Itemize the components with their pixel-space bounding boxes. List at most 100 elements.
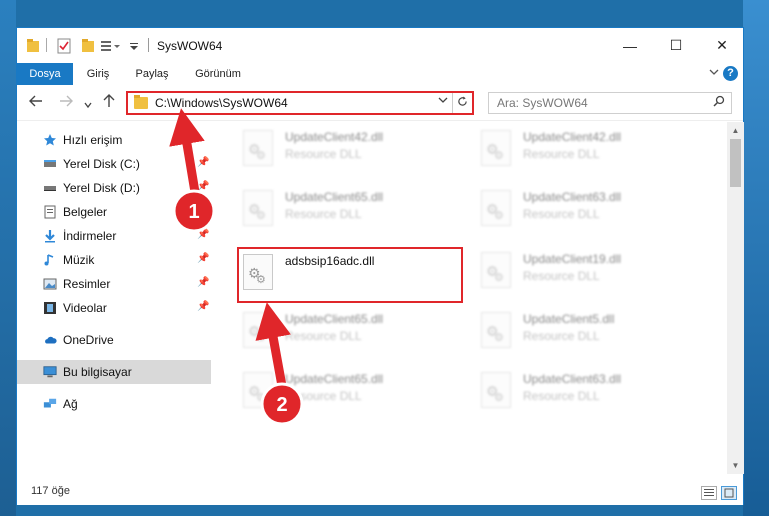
dll-file-icon: ⚙ ⚙	[481, 190, 511, 226]
tab-home[interactable]: Giriş	[75, 63, 121, 85]
search-box[interactable]: Ara: SysWOW64	[488, 92, 732, 114]
new-folder-icon[interactable]	[81, 38, 95, 54]
sidebar-item-label: Ağ	[63, 397, 78, 411]
quick-access-separator	[46, 38, 47, 52]
file-highlight-box	[237, 247, 463, 303]
explorer-window: SysWOW64 — ☐ ✕ Dosya Giriş Paylaş Görünü…	[16, 27, 744, 505]
sidebar-item-label: Müzik	[63, 253, 95, 267]
pictures-icon	[43, 277, 57, 291]
tab-share[interactable]: Paylaş	[123, 63, 181, 85]
up-arrow-icon[interactable]	[102, 94, 116, 111]
chevron-down-icon[interactable]	[709, 67, 719, 80]
sidebar-item-music[interactable]: Müzik 📌	[17, 248, 211, 272]
tab-view[interactable]: Görünüm	[183, 63, 253, 85]
navigation-pane: Hızlı erişim Yerel Disk (C:) 📌 Yerel Dis…	[17, 122, 213, 474]
address-path[interactable]: C:\Windows\SysWOW64	[155, 96, 288, 110]
scroll-thumb[interactable]	[730, 139, 741, 187]
sidebar-item-label: Resimler	[63, 277, 111, 291]
file-name: UpdateClient42.dll	[523, 130, 622, 144]
sidebar-item-local-disk-c[interactable]: Yerel Disk (C:) 📌	[17, 152, 211, 176]
sidebar-item-label: Videolar	[63, 301, 107, 315]
file-item[interactable]: ⚙ ⚙ UpdateClient42.dll Resource DLL	[237, 124, 463, 176]
file-type: Resource DLL	[523, 147, 600, 161]
file-name: UpdateClient5.dll	[523, 312, 615, 326]
address-dropdown-icon[interactable]	[438, 95, 448, 108]
file-type: Resource DLL	[523, 269, 600, 283]
network-icon	[43, 397, 57, 411]
close-button[interactable]: ✕	[699, 28, 745, 63]
file-name: UpdateClient65.dll	[285, 312, 384, 326]
file-type: Resource DLL	[285, 329, 362, 343]
address-bar[interactable]: C:\Windows\SysWOW64	[126, 91, 474, 115]
help-icon[interactable]: ?	[723, 66, 738, 81]
tab-file[interactable]: Dosya	[17, 63, 73, 85]
drive-icon	[43, 181, 57, 195]
pin-icon[interactable]: 📌	[197, 157, 209, 168]
details-view-icon[interactable]	[701, 486, 717, 500]
customize-icon[interactable]	[100, 38, 122, 54]
sidebar-item-label: Belgeler	[63, 205, 108, 219]
file-type: Resource DLL	[285, 207, 362, 221]
file-item[interactable]: ⚙ ⚙ UpdateClient19.dll Resource DLL	[475, 246, 701, 298]
file-type: Resource DLL	[523, 207, 600, 221]
folder-icon	[134, 95, 148, 109]
file-type: Resource DLL	[523, 329, 600, 343]
file-item[interactable]: ⚙ ⚙ UpdateClient65.dll Resource DLL	[237, 306, 463, 358]
vertical-scrollbar[interactable]: ▲ ▼	[727, 122, 744, 474]
cloud-icon	[43, 333, 57, 347]
sidebar-item-videos[interactable]: Videolar 📌	[17, 296, 211, 320]
sidebar-item-label: Bu bilgisayar	[63, 365, 132, 379]
music-icon	[43, 253, 57, 267]
pin-icon[interactable]: 📌	[197, 181, 209, 192]
sidebar-item-documents[interactable]: Belgeler 📌	[17, 200, 211, 224]
qa-dropdown-icon[interactable]	[129, 38, 139, 54]
sidebar-item-onedrive[interactable]: OneDrive	[17, 328, 211, 352]
desktop-background-right	[743, 0, 769, 516]
search-input[interactable]: Ara: SysWOW64	[497, 96, 588, 110]
ribbon-tabs: Dosya Giriş Paylaş Görünüm ?	[17, 63, 743, 85]
minimize-button[interactable]: —	[607, 28, 653, 63]
dll-file-icon: ⚙ ⚙	[481, 372, 511, 408]
properties-icon[interactable]	[57, 38, 71, 54]
scroll-up-icon[interactable]: ▲	[727, 122, 744, 139]
status-bar: 117 öğe	[17, 474, 743, 505]
file-item[interactable]: ⚙ ⚙ UpdateClient65.dll Resource DLL	[237, 184, 463, 236]
file-name: UpdateClient65.dll	[285, 190, 384, 204]
dll-file-icon: ⚙ ⚙	[243, 130, 273, 166]
file-item[interactable]: ⚙ ⚙ UpdateClient42.dll Resource DLL	[475, 124, 701, 176]
file-item[interactable]: ⚙ ⚙ UpdateClient63.dll Resource DLL	[475, 184, 701, 236]
file-name: UpdateClient63.dll	[523, 190, 622, 204]
forward-arrow-icon[interactable]	[59, 94, 73, 111]
sidebar-item-local-disk-d[interactable]: Yerel Disk (D:) 📌	[17, 176, 211, 200]
pin-icon[interactable]: 📌	[197, 229, 209, 240]
back-arrow-icon[interactable]	[29, 94, 43, 111]
file-name: UpdateClient19.dll	[523, 252, 622, 266]
file-name: UpdateClient65.dll	[285, 372, 384, 386]
recent-locations-icon[interactable]	[84, 96, 92, 112]
sidebar-item-downloads[interactable]: İndirmeler 📌	[17, 224, 211, 248]
file-item[interactable]: ⚙ ⚙ UpdateClient65.dll Resource DLL	[237, 366, 463, 418]
sidebar-item-this-pc[interactable]: Bu bilgisayar	[17, 360, 211, 384]
pin-icon[interactable]: 📌	[197, 277, 209, 288]
sidebar-item-label: İndirmeler	[63, 229, 117, 243]
scroll-down-icon[interactable]: ▼	[727, 457, 744, 474]
sidebar-item-pictures[interactable]: Resimler 📌	[17, 272, 211, 296]
sidebar-item-label: Hızlı erişim	[63, 133, 123, 147]
file-name: UpdateClient63.dll	[523, 372, 622, 386]
folder-icon	[26, 38, 40, 54]
refresh-icon[interactable]	[452, 93, 472, 113]
file-type: Resource DLL	[285, 147, 362, 161]
search-icon[interactable]	[713, 95, 725, 110]
maximize-button[interactable]: ☐	[653, 28, 699, 63]
file-type: Resource DLL	[523, 389, 600, 403]
file-item[interactable]: ⚙ ⚙ UpdateClient5.dll Resource DLL	[475, 306, 701, 358]
drive-icon	[43, 157, 57, 171]
pin-icon[interactable]: 📌	[197, 301, 209, 312]
pin-icon[interactable]: 📌	[197, 205, 209, 216]
sidebar-item-network[interactable]: Ağ	[17, 392, 211, 416]
sidebar-item-quick-access[interactable]: Hızlı erişim	[17, 128, 211, 152]
file-item[interactable]: ⚙ ⚙ UpdateClient63.dll Resource DLL	[475, 366, 701, 418]
dll-file-icon: ⚙ ⚙	[481, 252, 511, 288]
large-icons-view-icon[interactable]	[721, 486, 737, 500]
pin-icon[interactable]: 📌	[197, 253, 209, 264]
